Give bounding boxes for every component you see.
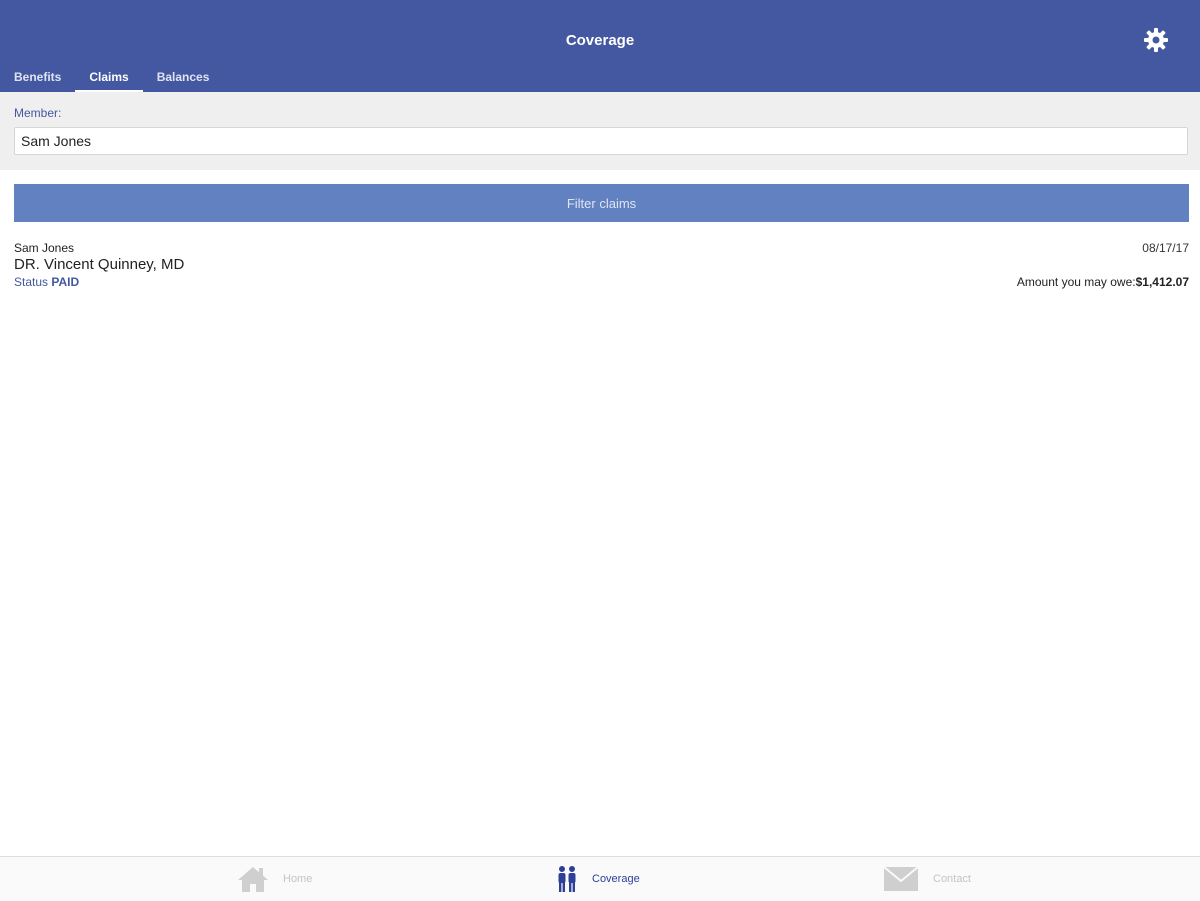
member-field[interactable] bbox=[14, 127, 1188, 155]
claim-status-value: PAID bbox=[51, 275, 80, 289]
claim-member-name: Sam Jones bbox=[14, 241, 75, 255]
people-icon bbox=[558, 866, 576, 892]
nav-contact[interactable]: Contact bbox=[883, 857, 971, 901]
nav-home[interactable]: Home bbox=[237, 857, 312, 901]
member-label: Member: bbox=[14, 106, 62, 120]
app-header: Coverage Benefits Claims Balances bbox=[0, 0, 1200, 92]
claim-amount-owed: Amount you may owe:$1,412.07 bbox=[1017, 275, 1189, 289]
nav-coverage-label: Coverage bbox=[592, 873, 640, 885]
page-title: Coverage bbox=[565, 32, 635, 49]
nav-home-label: Home bbox=[283, 873, 313, 885]
bottom-navigation: Home Coverage Contact bbox=[0, 856, 1200, 901]
claim-provider: DR. Vincent Quinney, MD bbox=[14, 256, 185, 273]
owe-amount: $1,412.07 bbox=[1135, 275, 1189, 289]
nav-contact-label: Contact bbox=[933, 873, 971, 885]
nav-coverage[interactable]: Coverage bbox=[556, 857, 640, 901]
tab-balances[interactable]: Balances bbox=[143, 64, 224, 92]
tab-benefits[interactable]: Benefits bbox=[0, 64, 75, 92]
filter-claims-button[interactable]: Filter claims bbox=[14, 184, 1189, 222]
envelope-icon bbox=[883, 866, 919, 891]
claim-list-item[interactable]: Sam Jones DR. Vincent Quinney, MD Status… bbox=[14, 238, 1189, 294]
claim-status-label: Status bbox=[14, 275, 49, 289]
gear-icon bbox=[1144, 28, 1168, 52]
home-icon bbox=[238, 867, 268, 892]
claim-date: 08/17/17 bbox=[1142, 241, 1189, 255]
owe-label: Amount you may owe: bbox=[1016, 275, 1136, 289]
member-panel: Member: bbox=[0, 92, 1200, 170]
tab-bar: Benefits Claims Balances bbox=[0, 64, 223, 92]
settings-button[interactable] bbox=[1140, 24, 1172, 56]
tab-claims[interactable]: Claims bbox=[75, 64, 143, 92]
claim-status: Status PAID bbox=[14, 275, 79, 289]
